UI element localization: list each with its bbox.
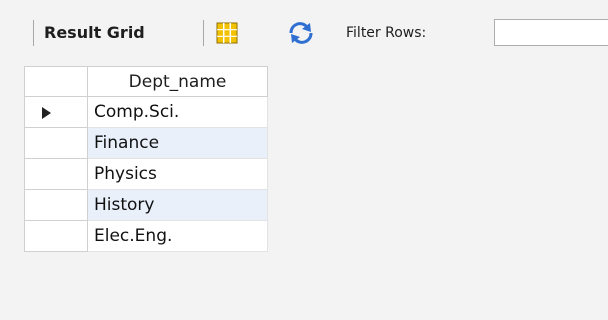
row-indicator[interactable] (24, 190, 88, 221)
table-row[interactable]: Physics (24, 159, 268, 190)
table-row[interactable]: History (24, 190, 268, 221)
toolbar-separator (203, 20, 204, 46)
header-corner-cell[interactable] (24, 66, 88, 97)
table-cell-dept-name[interactable]: Elec.Eng. (88, 221, 268, 252)
refresh-icon[interactable] (286, 20, 316, 46)
filter-rows-label: Filter Rows: (346, 25, 427, 41)
table-cell-dept-name[interactable]: Physics (88, 159, 268, 190)
table-row[interactable]: Elec.Eng. (24, 221, 268, 252)
table-cell-dept-name[interactable]: Comp.Sci. (88, 97, 268, 128)
column-header-dept-name[interactable]: Dept_name (88, 66, 268, 97)
row-indicator[interactable] (24, 97, 88, 128)
row-indicator[interactable] (24, 128, 88, 159)
result-toolbar: Result Grid Filter Rows: (0, 0, 608, 66)
table-cell-dept-name[interactable]: Finance (88, 128, 268, 159)
row-indicator[interactable] (24, 159, 88, 190)
table-row[interactable]: Finance (24, 128, 268, 159)
toolbar-separator (33, 20, 34, 46)
result-panel: Result Grid Filter Rows: Dept_name Comp.… (0, 0, 608, 320)
header-row: Dept_name (24, 66, 268, 97)
table-cell-dept-name[interactable]: History (88, 190, 268, 221)
result-grid-tab[interactable]: Result Grid (44, 20, 145, 46)
table-row[interactable]: Comp.Sci. (24, 97, 268, 128)
current-row-arrow-icon (42, 107, 51, 119)
grid-view-icon[interactable] (214, 20, 240, 46)
filter-rows-input[interactable] (494, 19, 608, 46)
row-indicator[interactable] (24, 221, 88, 252)
